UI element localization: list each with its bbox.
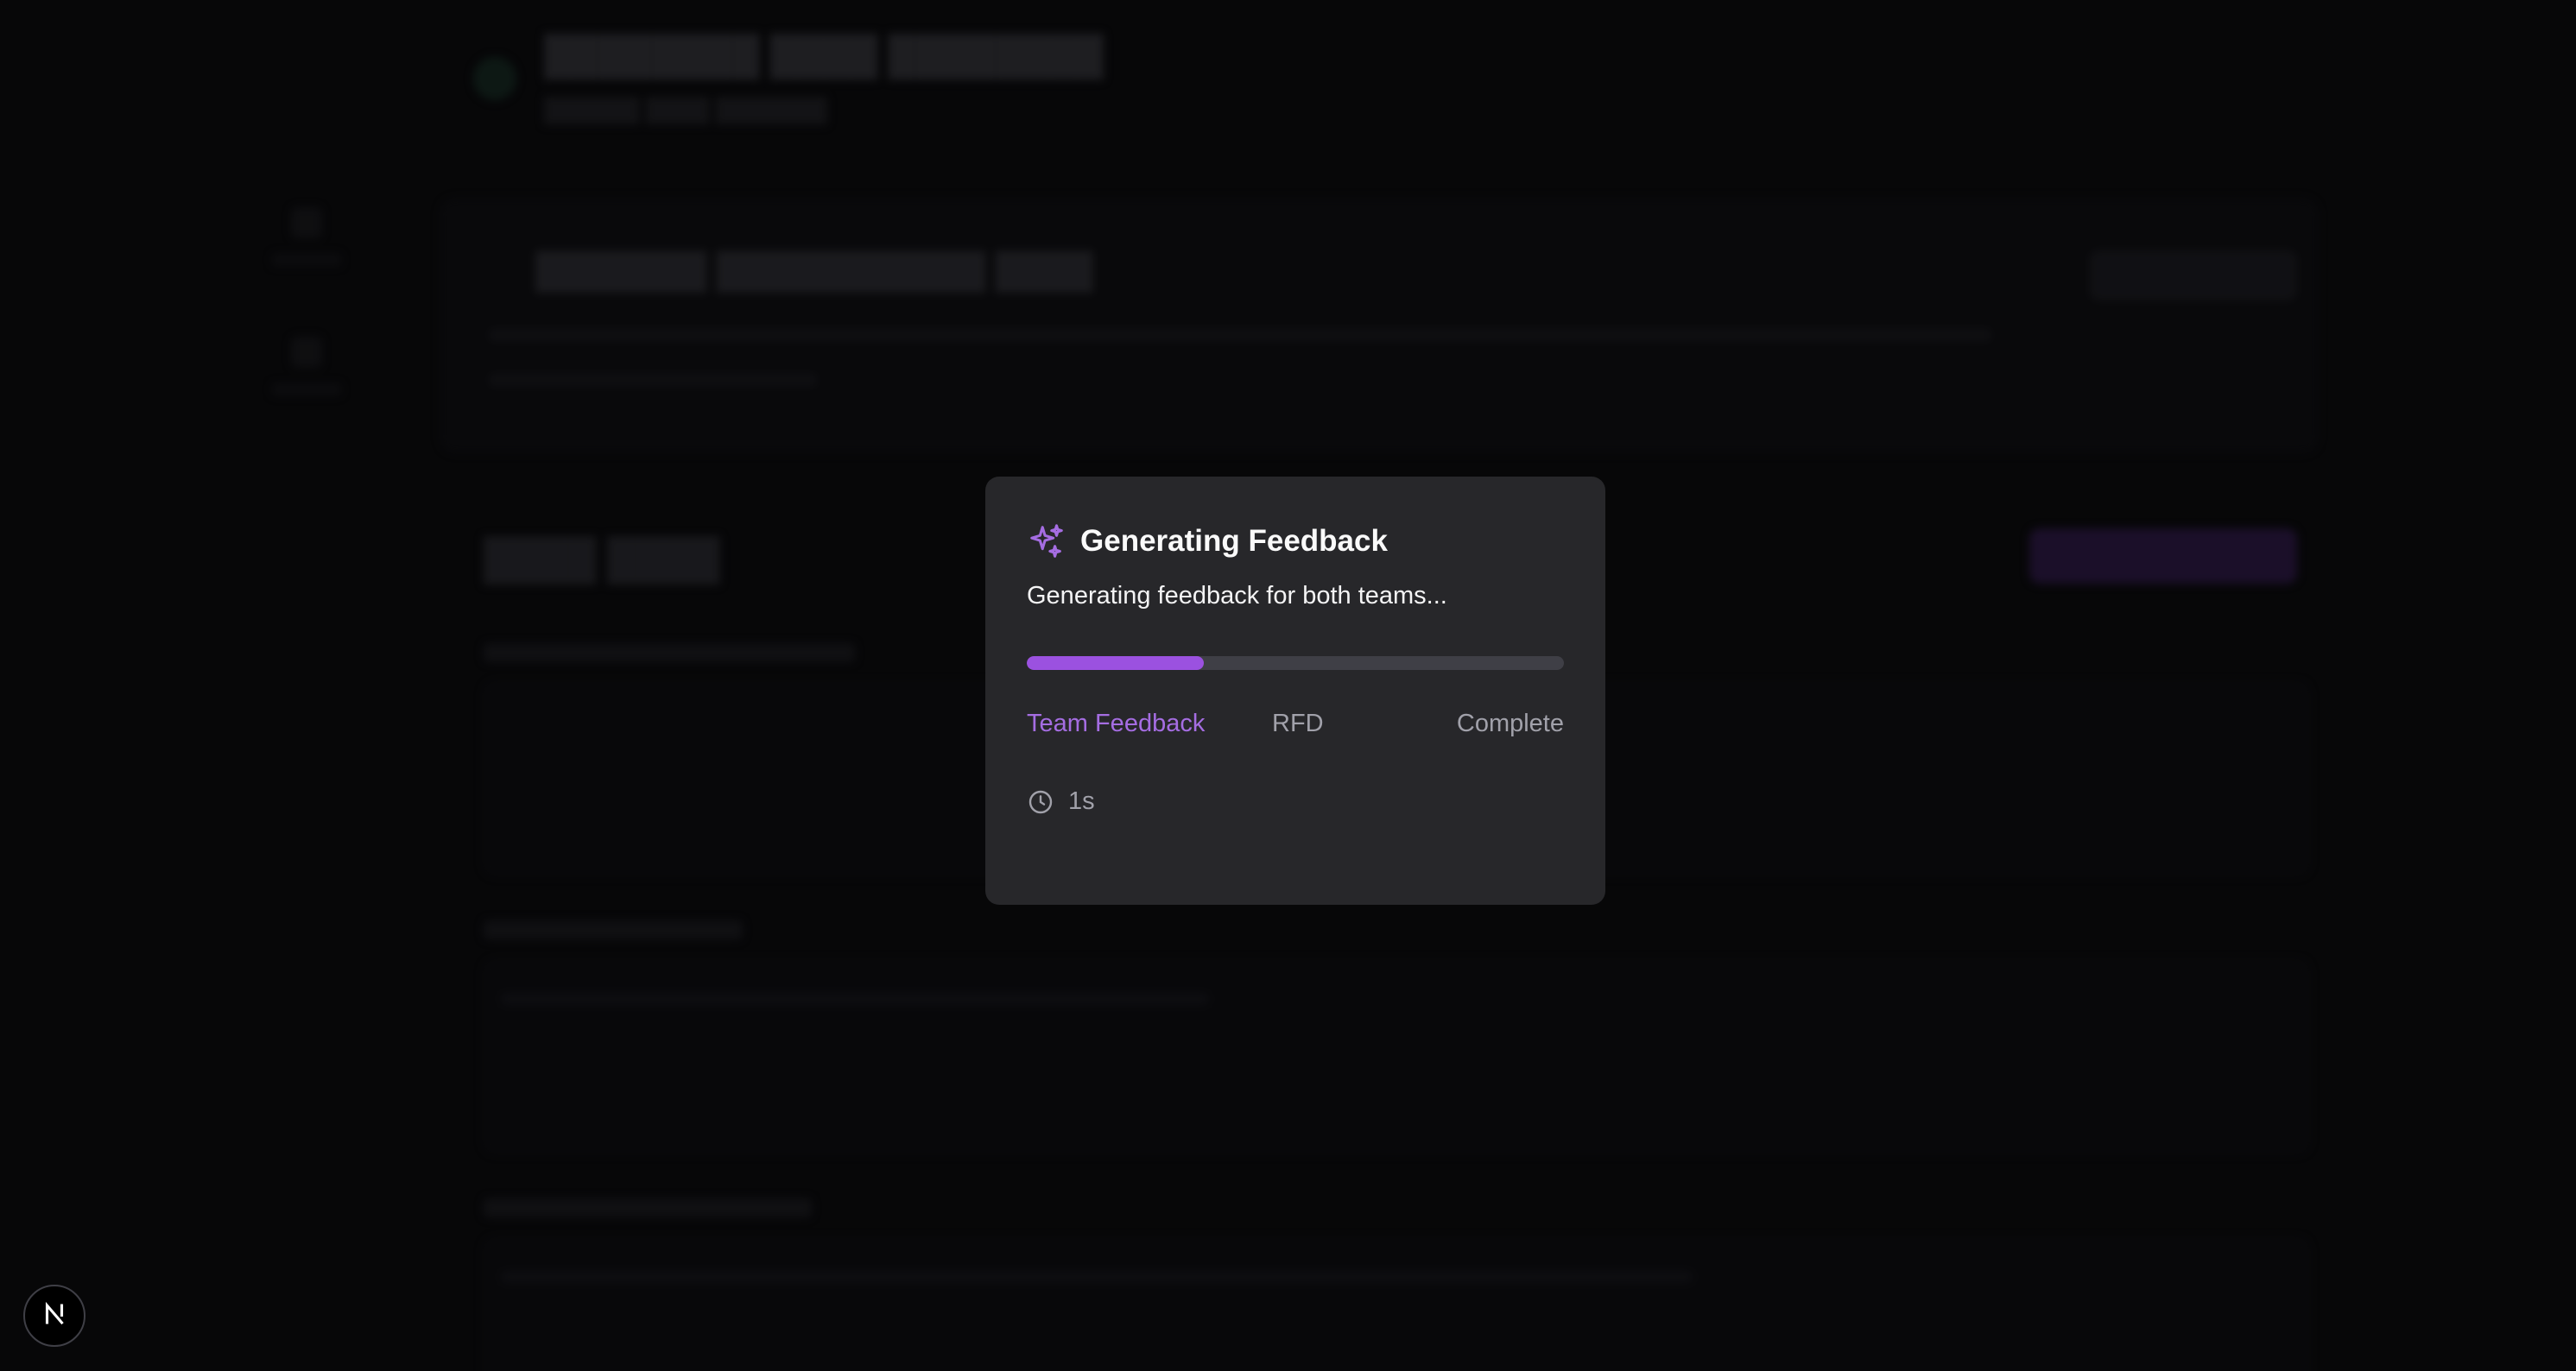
progress-steps: Team Feedback RFD Complete [1027,710,1564,744]
progress-bar-fill [1027,656,1205,670]
step-complete: Complete [1456,710,1564,737]
elapsed-time: 1s [1068,787,1095,815]
progress-bar [1027,656,1564,670]
step-rfd: RFD [1272,710,1324,737]
generating-feedback-dialog: Generating Feedback Generating feedback … [985,477,1605,905]
elapsed-timer: 1s [1027,787,1095,816]
dialog-title: Generating Feedback [1080,524,1388,558]
dialog-header: Generating Feedback [1027,521,1388,561]
clock-icon [1027,788,1054,816]
sparkles-icon [1027,521,1066,561]
next-logo-icon [40,1299,69,1333]
page: ████████ ████ ████████ ██████ ████ █████… [0,0,2576,1371]
next-dev-tools-button[interactable] [23,1285,85,1347]
dialog-description: Generating feedback for both teams... [1027,582,1447,610]
step-team-feedback: Team Feedback [1027,710,1206,737]
